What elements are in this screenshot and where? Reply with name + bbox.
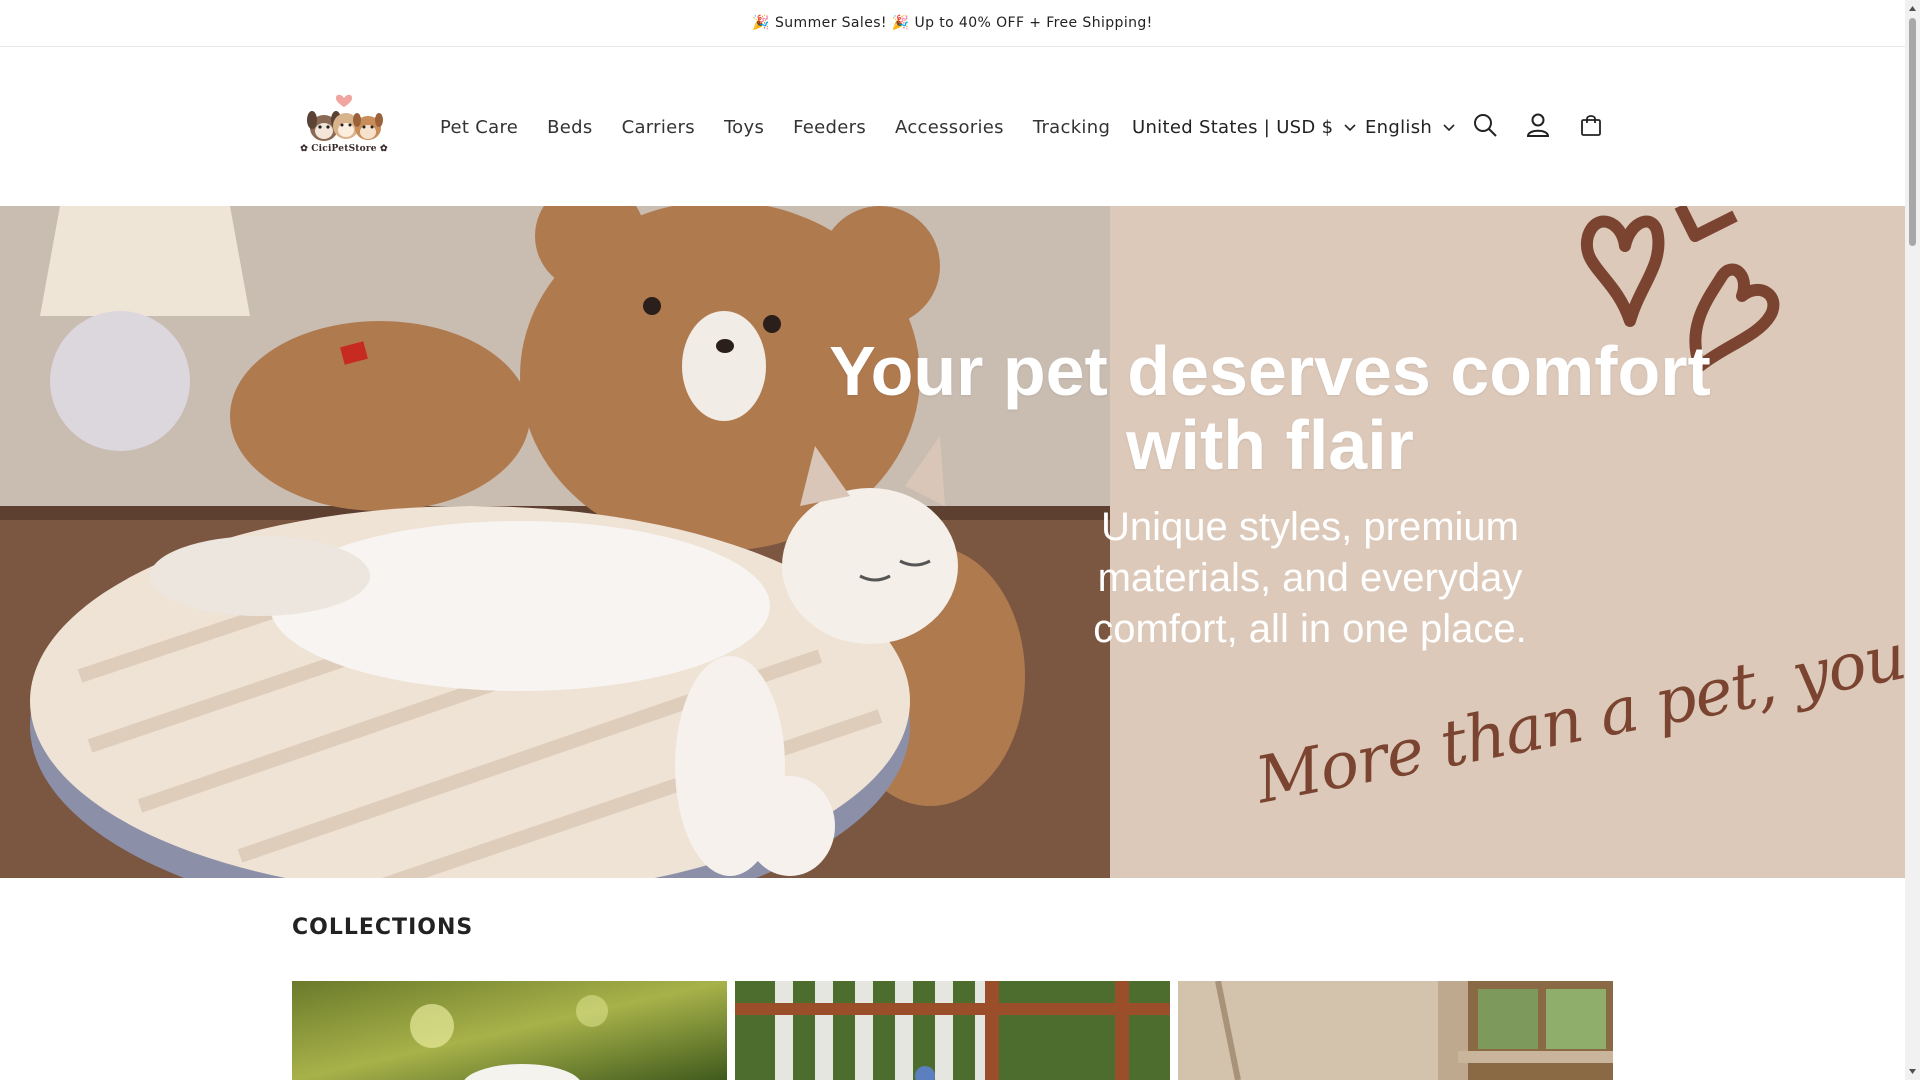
- nav-feeders[interactable]: Feeders: [793, 117, 866, 138]
- nav-carriers[interactable]: Carriers: [622, 117, 695, 138]
- nav-toys[interactable]: Toys: [724, 117, 764, 138]
- cart-icon: [1581, 115, 1601, 136]
- main-nav: Pet Care Beds Carriers Toys Feeders Acce…: [440, 48, 1139, 206]
- country-currency-label: United States | USD $: [1132, 116, 1334, 138]
- nav-accessories[interactable]: Accessories: [895, 117, 1004, 138]
- collections-heading: COLLECTIONS: [292, 915, 474, 940]
- cat-bed-illustration: [0, 206, 1110, 878]
- cart-button[interactable]: [1574, 108, 1608, 142]
- announcement-text: 🎉 Summer Sales! 🎉 Up to 40% OFF + Free S…: [752, 15, 1153, 31]
- hero-image: [0, 206, 1110, 878]
- nav-beds[interactable]: Beds: [547, 117, 592, 138]
- hero-title: Your pet deserves comfort with flair: [829, 332, 1711, 484]
- collection-image: [1178, 981, 1613, 1080]
- hero-subtitle: Unique styles, premium materials, and ev…: [1093, 505, 1527, 651]
- collection-card[interactable]: [1178, 981, 1613, 1080]
- nav-pet-care[interactable]: Pet Care: [440, 117, 518, 138]
- language-selector[interactable]: English: [1365, 48, 1456, 206]
- scroll-down-icon[interactable]: [1908, 1067, 1917, 1076]
- hero-banner[interactable]: Your pet deserves comfort with flair Uni…: [0, 206, 1905, 878]
- chevron-down-icon: [1344, 124, 1356, 132]
- nav-tracking[interactable]: Tracking: [1033, 117, 1110, 138]
- scroll-thumb[interactable]: [1909, 18, 1916, 246]
- collection-image: [292, 981, 727, 1080]
- collection-card[interactable]: [292, 981, 727, 1080]
- announcement-bar: 🎉 Summer Sales! 🎉 Up to 40% OFF + Free S…: [0, 0, 1905, 47]
- language-label: English: [1365, 116, 1433, 138]
- site-header: ✿ CiciPetStore ✿ Pet Care Beds Carriers …: [0, 48, 1905, 206]
- logo-pets-icon: [307, 94, 383, 141]
- account-button[interactable]: [1521, 108, 1555, 142]
- search-icon: [1474, 114, 1497, 137]
- scroll-up-icon[interactable]: [1908, 4, 1917, 13]
- logo-text: ✿ CiciPetStore ✿: [300, 144, 388, 154]
- page-scrollbar[interactable]: [1905, 0, 1920, 1080]
- collection-card[interactable]: [735, 981, 1170, 1080]
- country-currency-selector[interactable]: United States | USD $: [1132, 48, 1357, 206]
- search-button[interactable]: [1468, 108, 1502, 142]
- chevron-down-icon: [1443, 124, 1455, 132]
- store-logo[interactable]: ✿ CiciPetStore ✿: [292, 90, 396, 162]
- collection-image: [735, 981, 1170, 1080]
- account-icon: [1526, 113, 1550, 137]
